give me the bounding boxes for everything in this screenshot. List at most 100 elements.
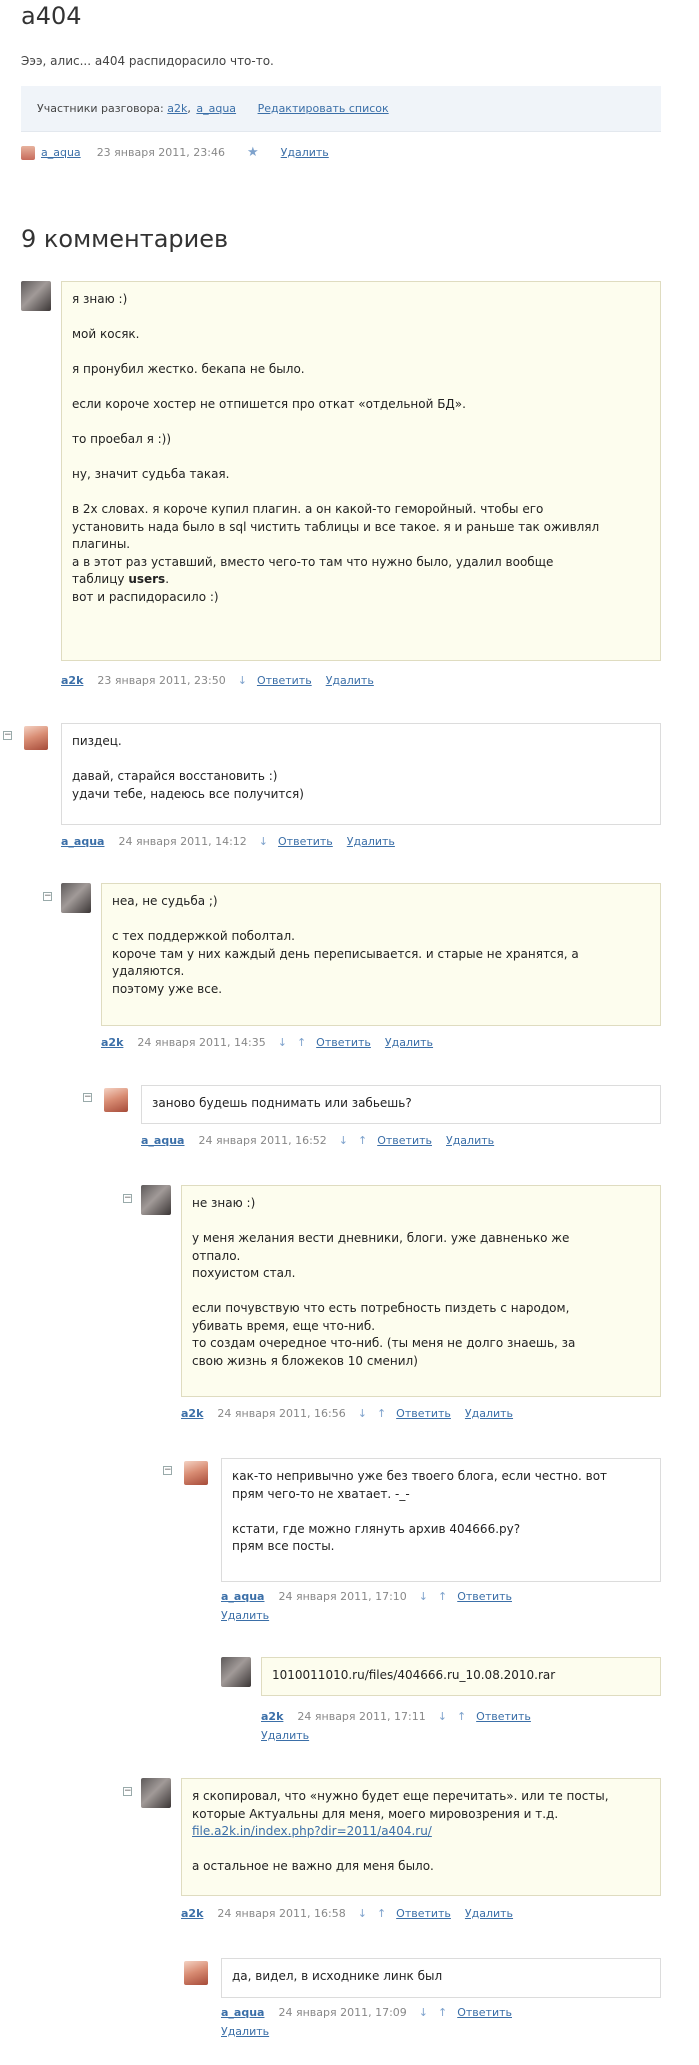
comment-text: неа, не судьба ;) с тех поддержкой побол…	[112, 894, 579, 996]
comment-date: 24 января 2011, 14:35	[137, 1036, 266, 1049]
comment-body: заново будешь поднимать или забьешь?	[141, 1085, 661, 1124]
delete-link[interactable]: Удалить	[446, 1134, 494, 1147]
collapse-toggle[interactable]: −	[123, 1787, 132, 1796]
avatar[interactable]	[181, 1958, 211, 1988]
delete-link[interactable]: Удалить	[465, 1407, 513, 1420]
comment-meta: a_aqua 24 января 2011, 14:12 ↓ Ответить Удал…	[61, 834, 409, 850]
edit-participants-link[interactable]: Редактировать список	[258, 102, 389, 115]
reply-link[interactable]: Ответить	[257, 674, 312, 687]
arrow-down-icon[interactable]: ↓	[278, 1036, 287, 1049]
comment-meta: a2k 24 января 2011, 16:56 ↓ ↑ Ответить Удалит…	[181, 1406, 527, 1422]
collapse-toggle[interactable]: −	[163, 1466, 172, 1475]
comment-text: я знаю :) мой косяк. я пронубил жестко. …	[72, 292, 600, 604]
comment-author[interactable]: a2k	[61, 674, 83, 687]
arrow-down-icon[interactable]: ↓	[238, 674, 247, 687]
collapse-toggle[interactable]: −	[43, 892, 52, 901]
comment-body: я знаю :) мой косяк. я пронубил жестко. …	[61, 281, 661, 661]
author-avatar[interactable]	[21, 145, 35, 160]
collapse-toggle[interactable]: −	[123, 1194, 132, 1203]
comment-meta: a2k 24 января 2011, 14:35 ↓ ↑ Ответить Удалит…	[101, 1035, 447, 1051]
avatar[interactable]	[21, 281, 51, 311]
comment-meta: a2k 24 января 2011, 16:58 ↓ ↑ Ответить Удалит…	[181, 1906, 527, 1922]
reply-link[interactable]: Ответить	[476, 1710, 531, 1723]
participant-a2k[interactable]: a2k	[167, 102, 187, 115]
avatar[interactable]	[101, 1085, 131, 1115]
post-title: a404	[21, 2, 82, 30]
reply-link[interactable]: Ответить	[278, 835, 333, 848]
participants-bar: Участники разговора: a2k, a_aqua Редакти…	[21, 86, 661, 132]
comment-author[interactable]: a_aqua	[61, 835, 104, 848]
avatar[interactable]	[61, 883, 91, 913]
comment-author[interactable]: a2k	[181, 1407, 203, 1420]
comment-body: не знаю :) у меня желания вести дневники…	[181, 1185, 661, 1397]
arrow-down-icon[interactable]: ↓	[358, 1907, 367, 1920]
reply-link[interactable]: Ответить	[457, 2006, 512, 2019]
archive-link[interactable]: file.a2k.in/index.php?dir=2011/a404.ru/	[192, 1824, 432, 1838]
comment-body: да, видел, в исходнике линк был	[221, 1958, 661, 1998]
participant-a-aqua[interactable]: a_aqua	[196, 102, 236, 115]
arrow-up-icon[interactable]: ↑	[297, 1036, 306, 1049]
post-date: 23 января 2011, 23:46	[96, 146, 225, 159]
comment-author[interactable]: a2k	[261, 1710, 283, 1723]
arrow-down-icon[interactable]: ↓	[259, 835, 268, 848]
arrow-up-icon[interactable]: ↑	[377, 1907, 386, 1920]
comment-text: я скопировал, что «нужно будет еще переч…	[192, 1789, 609, 1873]
arrow-down-icon[interactable]: ↓	[438, 1710, 447, 1723]
comment-body: пиздец. давай, старайся восстановить :) …	[61, 723, 661, 825]
arrow-up-icon[interactable]: ↑	[457, 1710, 466, 1723]
collapse-toggle[interactable]: −	[83, 1093, 92, 1102]
post-meta: a_aqua 23 января 2011, 23:46 ★ Удалить	[21, 145, 329, 160]
comment-author[interactable]: a_aqua	[221, 1590, 264, 1603]
comment-date: 24 января 2011, 16:56	[217, 1407, 346, 1420]
delete-link[interactable]: Удалить	[385, 1036, 433, 1049]
avatar-image	[184, 1461, 208, 1485]
arrow-down-icon[interactable]: ↓	[419, 1590, 428, 1603]
delete-link[interactable]: Удалить	[221, 1609, 269, 1622]
comment-author[interactable]: a2k	[101, 1036, 123, 1049]
comment-date: 24 января 2011, 16:52	[198, 1134, 327, 1147]
avatar[interactable]	[141, 1778, 171, 1808]
comment-date: 24 января 2011, 17:10	[278, 1590, 407, 1603]
comment-author[interactable]: a2k	[181, 1907, 203, 1920]
comment-author[interactable]: a_aqua	[221, 2006, 264, 2019]
comment-date: 24 января 2011, 17:09	[278, 2006, 407, 2019]
comment-text: 1010011010.ru/files/404666.ru_10.08.2010…	[272, 1668, 556, 1682]
reply-link[interactable]: Ответить	[396, 1907, 451, 1920]
reply-link[interactable]: Ответить	[377, 1134, 432, 1147]
arrow-up-icon[interactable]: ↑	[438, 1590, 447, 1603]
comment-meta: a_aqua 24 января 2011, 17:10 ↓ ↑ Ответить	[221, 1589, 526, 1605]
post-author[interactable]: a_aqua	[41, 146, 81, 159]
arrow-down-icon[interactable]: ↓	[358, 1407, 367, 1420]
arrow-down-icon[interactable]: ↓	[339, 1134, 348, 1147]
delete-link[interactable]: Удалить	[465, 1907, 513, 1920]
arrow-up-icon[interactable]: ↑	[358, 1134, 367, 1147]
reply-link[interactable]: Ответить	[457, 1590, 512, 1603]
collapse-toggle[interactable]: −	[3, 731, 12, 740]
favorite-star-icon[interactable]: ★	[247, 145, 259, 160]
comment-date: 24 января 2011, 16:58	[217, 1907, 346, 1920]
post-delete-link[interactable]: Удалить	[281, 146, 329, 159]
comment-meta: a_aqua 24 января 2011, 17:09 ↓ ↑ Ответить	[221, 2005, 526, 2021]
comment-text: как-то непривычно уже без твоего блога, …	[232, 1469, 608, 1553]
comment-body: я скопировал, что «нужно будет еще переч…	[181, 1778, 661, 1896]
avatar[interactable]	[181, 1458, 211, 1488]
arrow-up-icon[interactable]: ↑	[438, 2006, 447, 2019]
comment-date: 23 января 2011, 23:50	[97, 674, 226, 687]
comment-body: как-то непривычно уже без твоего блога, …	[221, 1458, 661, 1582]
avatar[interactable]	[141, 1185, 171, 1215]
comment-author[interactable]: a_aqua	[141, 1134, 184, 1147]
delete-link[interactable]: Удалить	[326, 674, 374, 687]
participants-label: Участники разговора:	[37, 102, 164, 115]
post-intro: Эээ, алис... а404 распидорасило что-то.	[21, 54, 274, 68]
avatar[interactable]	[21, 723, 51, 753]
avatar[interactable]	[221, 1657, 251, 1687]
comment-date: 24 января 2011, 17:11	[297, 1710, 426, 1723]
delete-link[interactable]: Удалить	[261, 1729, 309, 1742]
reply-link[interactable]: Ответить	[396, 1407, 451, 1420]
arrow-up-icon[interactable]: ↑	[377, 1407, 386, 1420]
delete-link[interactable]: Удалить	[221, 2025, 269, 2038]
delete-link[interactable]: Удалить	[347, 835, 395, 848]
comment-meta: a2k 23 января 2011, 23:50 ↓ Ответить Удалить	[61, 673, 388, 689]
arrow-down-icon[interactable]: ↓	[419, 2006, 428, 2019]
reply-link[interactable]: Ответить	[316, 1036, 371, 1049]
